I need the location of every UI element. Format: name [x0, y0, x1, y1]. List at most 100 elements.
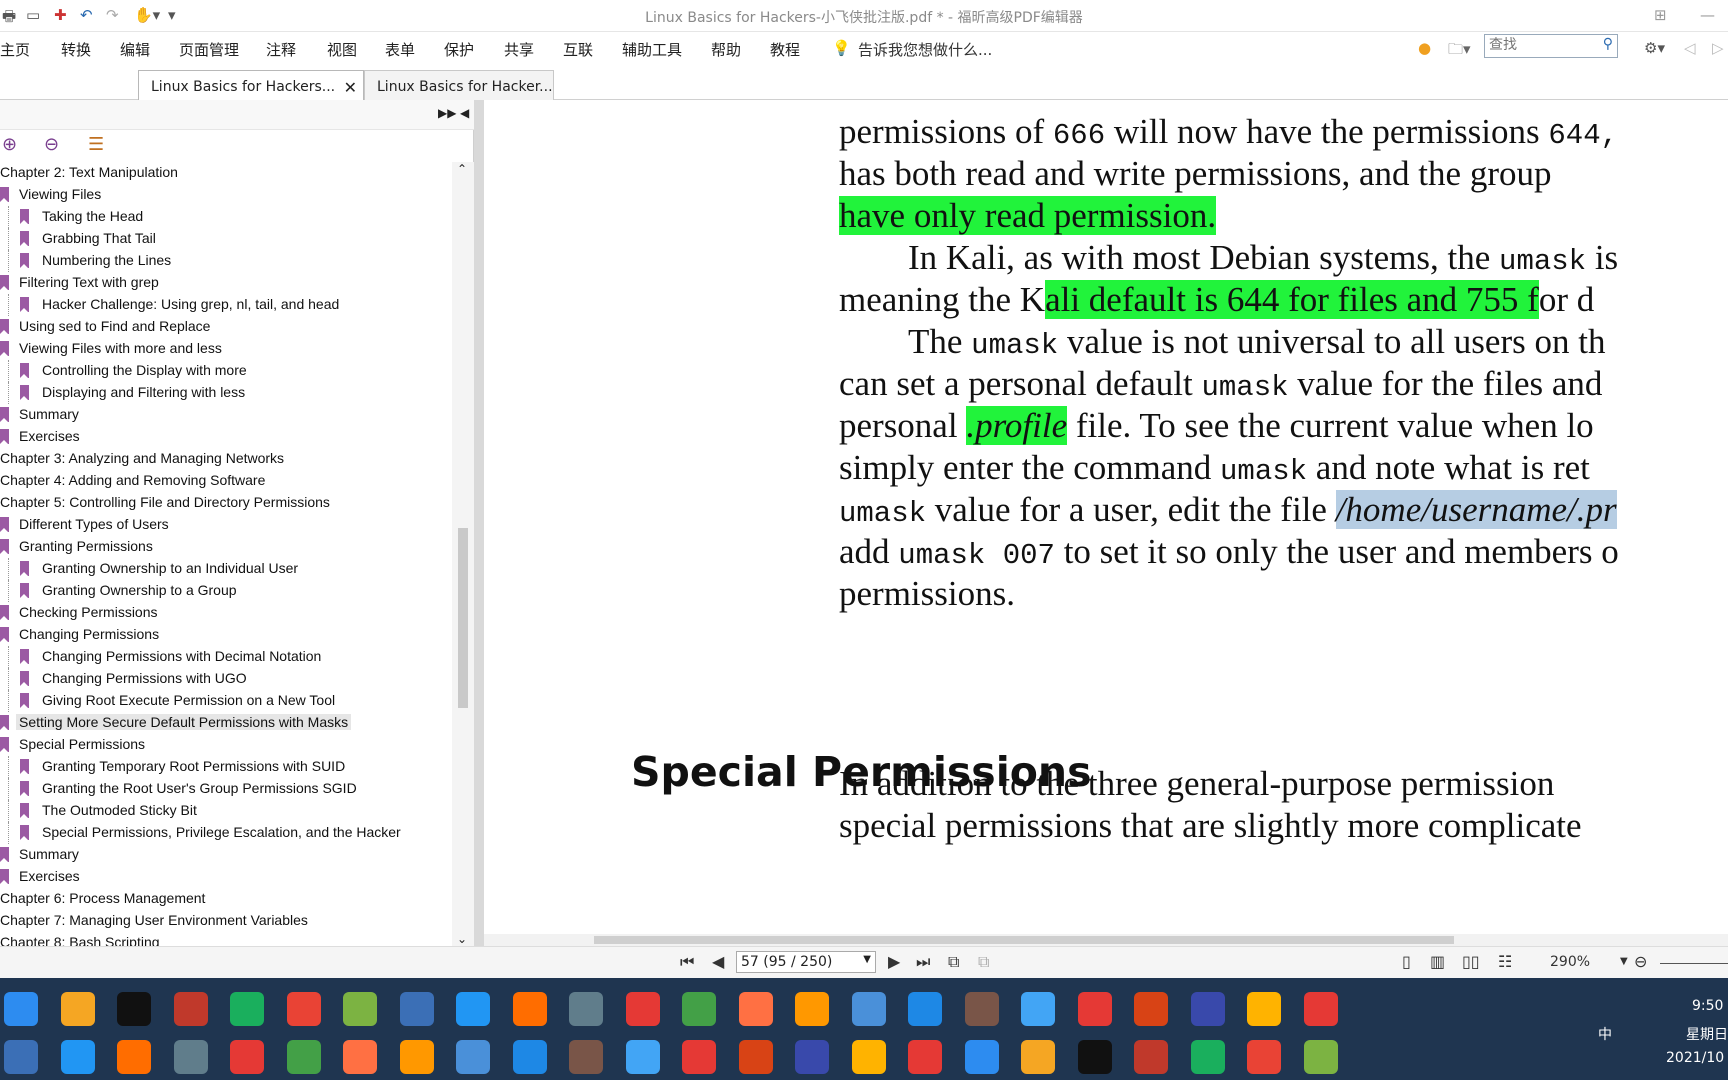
menu-accessibility[interactable]: 辅助工具	[622, 39, 682, 60]
bookmark-item[interactable]: Filtering Text with grep	[0, 272, 452, 294]
bookmark-item[interactable]: Granting Permissions	[0, 536, 452, 558]
bookmark-item[interactable]: Changing Permissions with UGO	[0, 668, 452, 690]
powershell-taskbar-icon[interactable]	[173, 1040, 208, 1074]
qq-taskbar-icon[interactable]	[1190, 1040, 1225, 1074]
tab-document-1[interactable]: Linux Basics for Hackers... ✕	[138, 70, 364, 100]
menu-view[interactable]: 视图	[327, 39, 357, 60]
menu-share[interactable]: 共享	[504, 39, 534, 60]
bookmark-item[interactable]: Grabbing That Tail	[0, 228, 452, 250]
bookmark-item[interactable]: Chapter 8: Bash Scripting	[0, 932, 452, 946]
calculator-taskbar-icon[interactable]	[569, 992, 603, 1026]
folder-search-icon[interactable]: 🗀▾	[1448, 39, 1471, 64]
bookmark-item[interactable]: Changing Permissions	[0, 624, 452, 646]
next-view-icon[interactable]: ▷	[1712, 39, 1724, 57]
save-taskbar-icon[interactable]	[1190, 992, 1225, 1026]
highlight-annotation[interactable]: have only read permission.	[839, 196, 1217, 235]
bookmark-item[interactable]: Granting Temporary Root Permissions with…	[0, 756, 452, 778]
bookmark-item[interactable]: Changing Permissions with Decimal Notati…	[0, 646, 452, 668]
image-taskbar-icon[interactable]	[964, 1040, 999, 1074]
bookmark-item[interactable]: Exercises	[0, 866, 452, 888]
facing-page-icon[interactable]: ▯▯	[1462, 952, 1480, 971]
camtasia-taskbar-icon[interactable]	[1303, 1040, 1338, 1074]
menu-protect[interactable]: 保护	[444, 39, 474, 60]
baidu-netdisk-taskbar-icon[interactable]	[1021, 992, 1055, 1026]
remote-taskbar-icon[interactable]	[117, 1040, 151, 1074]
menu-tutorial[interactable]: 教程	[770, 39, 800, 60]
youdao-taskbar-icon[interactable]	[1021, 1040, 1055, 1074]
app-taskbar-icon[interactable]	[173, 992, 208, 1026]
first-page-icon[interactable]: ⏮	[680, 952, 694, 972]
bookmark-item[interactable]: Summary	[0, 404, 452, 426]
sogou-taskbar-icon[interactable]	[1077, 992, 1112, 1026]
sogou-taskbar-icon[interactable]	[795, 1040, 829, 1074]
bookmark-options-icon[interactable]: ☰	[88, 134, 104, 155]
bookmark-item[interactable]: Using sed to Find and Replace	[0, 316, 452, 338]
media-taskbar-icon[interactable]	[456, 1040, 490, 1074]
chrome-taskbar-icon[interactable]	[4, 1040, 38, 1074]
bookmark-item[interactable]: Chapter 4: Adding and Removing Software	[0, 470, 452, 492]
zoom-out-icon[interactable]: ⊖	[1634, 952, 1647, 971]
media-taskbar-icon[interactable]	[738, 992, 773, 1026]
collapse-panel-icon[interactable]: ◀	[460, 106, 469, 120]
bookmark-item[interactable]: Displaying and Filtering with less	[0, 382, 452, 404]
search-field[interactable]: ⚲	[1484, 34, 1618, 58]
bookmark-item[interactable]: Giving Root Execute Permission on a New …	[0, 690, 452, 712]
menu-help[interactable]: 帮助	[711, 39, 741, 60]
filezilla-taskbar-icon[interactable]	[343, 1040, 377, 1074]
bookmark-item[interactable]: Hacker Challenge: Using grep, nl, tail, …	[0, 294, 452, 316]
file-explorer-taskbar-icon[interactable]	[1134, 1040, 1168, 1074]
bookmark-item[interactable]: Special Permissions	[0, 734, 452, 756]
zoom-slider[interactable]	[1660, 963, 1728, 964]
expand-panel-icon[interactable]: ▶▶	[438, 106, 456, 120]
wechat-taskbar-icon[interactable]	[682, 992, 716, 1026]
horizontal-scrollbar[interactable]	[484, 934, 1728, 946]
remote-taskbar-icon[interactable]	[399, 992, 434, 1026]
bookmark-item[interactable]: Chapter 3: Analyzing and Managing Networ…	[0, 448, 452, 470]
bookmark-item[interactable]: Granting Ownership to an Individual User	[0, 558, 452, 580]
bookmark-scrollbar[interactable]: ⌃ ⌄	[452, 162, 474, 946]
minimize-icon[interactable]: —	[1700, 6, 1715, 24]
search-input[interactable]	[1489, 37, 1589, 53]
bookmark-item[interactable]: Chapter 5: Controlling File and Director…	[0, 492, 452, 514]
start-taskbar-icon[interactable]	[4, 992, 38, 1026]
bookmark-item[interactable]: Exercises	[0, 426, 452, 448]
bookmark-item[interactable]: Special Permissions, Privilege Escalatio…	[0, 822, 452, 844]
menu-home[interactable]: 主页	[0, 39, 30, 60]
baidu-netdisk-taskbar-icon[interactable]	[738, 1040, 773, 1074]
firefox-taskbar-icon[interactable]	[512, 992, 547, 1026]
tab-document-2[interactable]: Linux Basics for Hacker...	[364, 70, 554, 100]
document-view[interactable]: permissions of 666 will now have the per…	[484, 100, 1728, 934]
bookmark-item[interactable]: Chapter 6: Process Management	[0, 888, 452, 910]
camtasia-taskbar-icon[interactable]	[230, 992, 264, 1026]
menu-comment[interactable]: 注释	[266, 39, 296, 60]
bookmark-item[interactable]: Taking the Head	[0, 206, 452, 228]
prev-page-icon[interactable]: ◀	[712, 952, 724, 971]
zoom-dropdown-icon[interactable]: ▼	[1620, 956, 1628, 967]
chrome-taskbar-icon[interactable]	[286, 992, 321, 1026]
bookmark-item[interactable]: Setting More Secure Default Permissions …	[0, 712, 452, 734]
continuous-facing-icon[interactable]: ☷	[1498, 952, 1512, 971]
expand-bookmark-icon[interactable]: ⊕	[2, 134, 17, 155]
bookmark-item[interactable]: Granting the Root User's Group Permissio…	[0, 778, 452, 800]
highlight-annotation[interactable]: ali default is 644 for files and 755 f	[1045, 280, 1539, 319]
browser-taskbar-icon[interactable]	[625, 1040, 660, 1074]
bookmark-item[interactable]: Summary	[0, 844, 452, 866]
last-page-icon[interactable]: ⏭	[916, 952, 930, 972]
filezilla-taskbar-icon[interactable]	[625, 992, 660, 1026]
youdao-taskbar-icon[interactable]	[1303, 992, 1338, 1026]
notepad-taskbar-icon[interactable]	[343, 992, 377, 1026]
menu-convert[interactable]: 转换	[61, 39, 91, 60]
browser-taskbar-icon[interactable]	[908, 992, 942, 1026]
notepad-taskbar-icon[interactable]	[60, 1040, 95, 1074]
bookmark-item[interactable]: Chapter 2: Text Manipulation	[0, 162, 452, 184]
menu-connect[interactable]: 互联	[563, 39, 593, 60]
save-taskbar-icon[interactable]	[908, 1040, 942, 1074]
wechat-taskbar-icon[interactable]	[399, 1040, 434, 1074]
search-icon[interactable]: ⚲	[1603, 36, 1613, 52]
continuous-page-icon[interactable]: ▥	[1430, 952, 1445, 971]
panel-splitter[interactable]	[474, 100, 484, 946]
app-taskbar-icon[interactable]	[851, 1040, 886, 1074]
settings-icon[interactable]: ⚙▾	[1644, 39, 1665, 57]
tool-taskbar-icon[interactable]	[569, 1040, 603, 1074]
next-view-icon[interactable]: ⧉	[978, 952, 989, 972]
